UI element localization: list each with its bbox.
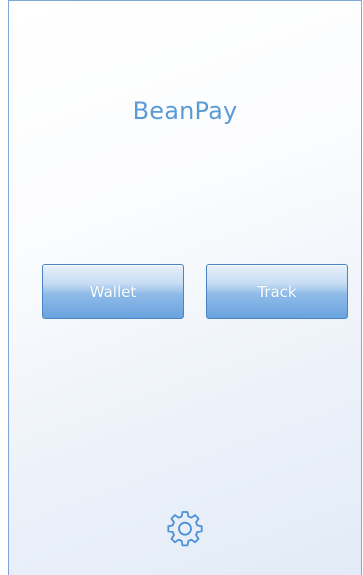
- wallet-button[interactable]: Wallet: [42, 264, 184, 319]
- gear-icon: [167, 511, 203, 547]
- track-button[interactable]: Track: [206, 264, 348, 319]
- app-screen: BeanPay Wallet Track: [8, 0, 362, 575]
- app-title: BeanPay: [132, 97, 238, 125]
- settings-button[interactable]: [166, 509, 204, 547]
